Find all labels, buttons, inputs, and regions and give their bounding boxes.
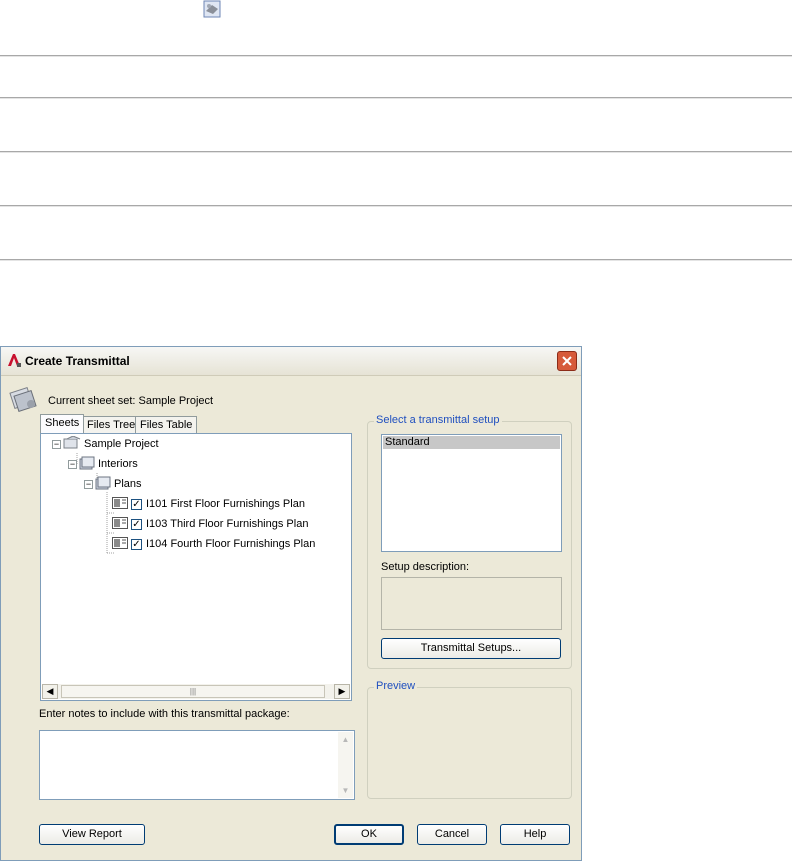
tree-item-root[interactable]: − Sample Project	[52, 434, 159, 453]
setup-description-label: Setup description:	[381, 561, 470, 573]
collapse-icon[interactable]: −	[68, 459, 77, 469]
sheet-set-node-icon	[63, 434, 81, 453]
transmittal-setup-legend: Select a transmittal setup	[374, 414, 502, 426]
transmittal-icon	[203, 0, 221, 18]
sheet-icon	[112, 516, 128, 532]
preview-legend: Preview	[374, 680, 418, 692]
close-button[interactable]	[557, 351, 577, 371]
sheet-label: I104 Fourth Floor Furnishings Plan	[146, 538, 316, 550]
scroll-left-icon[interactable]: ◀	[42, 684, 58, 699]
tree-subsubset-label: Plans	[114, 478, 142, 490]
tree-item-sheet[interactable]: ✓ I103 Third Floor Furnishings Plan	[112, 515, 308, 533]
transmittal-setup-list[interactable]: Standard	[381, 434, 562, 552]
sheet-icon	[112, 496, 128, 512]
subset-icon	[95, 476, 111, 493]
sheet-set-icon	[9, 384, 39, 415]
tree-item-plans[interactable]: − Plans	[84, 475, 142, 493]
scroll-down-icon[interactable]: ▼	[338, 783, 353, 798]
current-sheet-set-label: Current sheet set: Sample Project	[48, 395, 214, 407]
collapse-icon[interactable]: −	[84, 479, 93, 489]
sheet-label: I103 Third Floor Furnishings Plan	[146, 518, 309, 530]
notes-textarea[interactable]: ▲ ▼	[39, 730, 355, 800]
collapse-icon[interactable]: −	[52, 439, 61, 449]
setup-list-item[interactable]: Standard	[383, 436, 560, 449]
sheet-checkbox[interactable]: ✓	[131, 498, 142, 510]
sheet-checkbox[interactable]: ✓	[131, 518, 142, 530]
divider-2	[0, 97, 792, 99]
close-icon	[562, 356, 572, 366]
view-report-button[interactable]: View Report	[39, 824, 145, 845]
tree-item-interiors[interactable]: − Interiors	[68, 455, 138, 473]
autocad-app-icon	[6, 352, 22, 368]
horizontal-scrollbar[interactable]: ◀ ||| ▶	[42, 684, 350, 699]
transmittal-setups-button[interactable]: Transmittal Setups...	[381, 638, 561, 659]
divider-5	[0, 259, 792, 261]
sheet-icon	[112, 536, 128, 552]
dialog-title: Create Transmittal	[25, 354, 130, 368]
title-bar[interactable]: Create Transmittal	[1, 347, 581, 376]
help-button[interactable]: Help	[500, 824, 570, 845]
create-transmittal-dialog: Create Transmittal Current sheet set: Sa…	[0, 346, 582, 861]
tree-subset-label: Interiors	[98, 458, 138, 470]
tab-sheets[interactable]: Sheets	[40, 414, 85, 433]
setup-description-box	[381, 577, 562, 630]
scroll-thumb[interactable]: |||	[61, 685, 325, 698]
tree-item-sheet[interactable]: ✓ I101 First Floor Furnishings Plan	[112, 495, 305, 513]
scroll-right-icon[interactable]: ▶	[334, 684, 350, 699]
notes-label: Enter notes to include with this transmi…	[39, 708, 290, 720]
preview-group: Preview	[367, 680, 572, 799]
sheet-checkbox[interactable]: ✓	[131, 538, 142, 550]
scroll-up-icon[interactable]: ▲	[338, 732, 353, 747]
divider-1	[0, 55, 792, 57]
ok-button[interactable]: OK	[334, 824, 404, 845]
divider-4	[0, 205, 792, 207]
subset-icon	[79, 456, 95, 473]
tab-files-tree[interactable]: Files Tree	[82, 416, 141, 433]
vertical-scrollbar[interactable]: ▲ ▼	[338, 732, 353, 798]
tree-item-sheet[interactable]: ✓ I104 Fourth Floor Furnishings Plan	[112, 535, 315, 553]
tab-files-table[interactable]: Files Table	[135, 416, 198, 433]
sheet-label: I101 First Floor Furnishings Plan	[146, 498, 305, 510]
cancel-button[interactable]: Cancel	[417, 824, 487, 845]
tree-root-label: Sample Project	[84, 438, 159, 450]
divider-3	[0, 151, 792, 153]
sheets-tree[interactable]: − Sample Project − Interiors − Plans ✓ I…	[40, 433, 352, 701]
